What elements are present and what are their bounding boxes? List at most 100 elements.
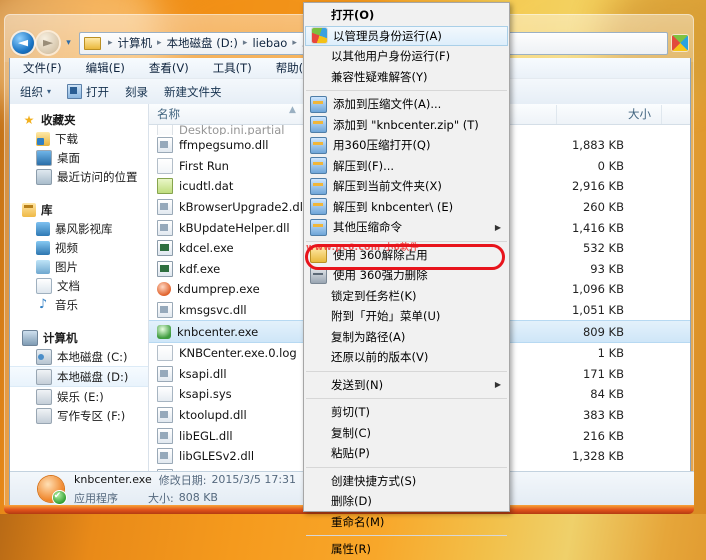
downloads-icon xyxy=(36,131,50,146)
breadcrumb-separator[interactable]: ▸ xyxy=(288,38,301,48)
context-menu-item[interactable]: 用360压缩打开(Q) xyxy=(304,135,509,156)
sidebar-item-computer[interactable]: 计算机 xyxy=(10,328,148,347)
sidebar-item-desktop[interactable]: 桌面 xyxy=(10,148,148,167)
back-arrow-icon: ◄ xyxy=(18,35,28,51)
organize-button[interactable]: 组织 ▾ xyxy=(20,84,51,100)
breadcrumb-item-2[interactable]: liebao xyxy=(251,36,288,50)
context-menu-item[interactable]: 复制为路径(A) xyxy=(304,327,509,348)
context-menu-item[interactable]: 还原以前的版本(V) xyxy=(304,347,509,368)
context-menu-item[interactable]: 锁定到任务栏(K) xyxy=(304,286,509,307)
chevron-down-icon: ▾ xyxy=(66,38,71,48)
file-size-cell: 1 KB xyxy=(597,346,624,361)
details-date-label: 修改日期: xyxy=(158,473,207,487)
breadcrumb-separator[interactable]: ▸ xyxy=(239,38,252,48)
red-exe-icon xyxy=(157,282,171,297)
context-menu-item[interactable]: 解压到当前文件夹(X) xyxy=(304,176,509,197)
file-name-label: libGLESv2.dll xyxy=(179,449,255,464)
video-icon xyxy=(36,240,50,255)
sidebar-label: 最近访问的位置 xyxy=(57,169,138,184)
context-menu-item-label: 使用 360强力删除 xyxy=(333,268,428,283)
sidebar-item-libraries[interactable]: 库 xyxy=(10,200,148,219)
sidebar-item-baofeng-library[interactable]: 暴风影视库 xyxy=(10,219,148,238)
context-menu-item[interactable]: 属性(R) xyxy=(304,539,509,560)
star-icon: ★ xyxy=(23,112,35,127)
sidebar-item-favorites[interactable]: ★ 收藏夹 xyxy=(10,110,148,129)
zip-icon xyxy=(310,157,327,175)
forward-button[interactable]: ► xyxy=(37,32,59,54)
context-menu-item-label: 重命名(M) xyxy=(331,514,385,529)
sidebar-item-drive-d[interactable]: 本地磁盘 (D:) xyxy=(10,366,148,387)
sidebar-item-drive-c[interactable]: 本地磁盘 (C:) xyxy=(10,347,148,366)
shield-exe-icon xyxy=(157,324,171,339)
open-button[interactable]: 打开 xyxy=(67,84,109,100)
new-folder-button[interactable]: 新建文件夹 xyxy=(164,84,222,100)
menu-file[interactable]: 文件(F) xyxy=(20,59,65,77)
sidebar-item-documents[interactable]: 文档 xyxy=(10,276,148,295)
context-menu-item[interactable]: 其他压缩命令 ▶ xyxy=(304,217,509,238)
context-menu-item[interactable]: 创建快捷方式(S) xyxy=(304,471,509,492)
column-header-size[interactable]: 大小 xyxy=(557,104,662,124)
context-menu-item-label: 复制为路径(A) xyxy=(331,329,406,344)
context-menu-item[interactable]: 以其他用户身份运行(F) xyxy=(304,46,509,67)
context-menu-item[interactable]: 添加到 "knbcenter.zip" (T) xyxy=(304,115,509,136)
context-menu-item[interactable]: 粘贴(P) xyxy=(304,443,509,464)
sidebar-item-downloads[interactable]: 下载 xyxy=(10,129,148,148)
open-icon xyxy=(67,84,83,99)
context-menu-item[interactable]: 解压到(F)... xyxy=(304,156,509,177)
file-size-cell: 1,883 KB xyxy=(571,138,624,153)
file-size-cell: 1,328 KB xyxy=(571,449,624,464)
dll-icon xyxy=(157,137,173,154)
context-menu-item-label: 添加到 "knbcenter.zip" (T) xyxy=(333,117,479,132)
sidebar-item-music[interactable]: ♪ 音乐 xyxy=(10,295,148,314)
documents-icon xyxy=(36,277,52,294)
context-menu-item[interactable]: 删除(D) xyxy=(304,491,509,512)
context-menu-item[interactable]: 附到「开始」菜单(U) xyxy=(304,306,509,327)
burn-button[interactable]: 刻录 xyxy=(125,84,148,100)
breadcrumb-item-0[interactable]: 计算机 xyxy=(117,35,154,51)
context-menu-item[interactable]: 以管理员身份运行(A) xyxy=(305,25,508,46)
zip-icon xyxy=(310,136,327,154)
sys-icon xyxy=(157,386,173,403)
context-menu[interactable]: 打开(O) 以管理员身份运行(A) 以其他用户身份运行(F) 兼容性疑难解答(Y) 添加… xyxy=(303,2,510,556)
menu-view[interactable]: 查看(V) xyxy=(146,59,192,77)
sidebar-label: 娱乐 (E:) xyxy=(57,389,104,404)
menu-edit[interactable]: 编辑(E) xyxy=(83,59,128,77)
context-menu-item[interactable]: 剪切(T) xyxy=(304,402,509,423)
breadcrumb-separator[interactable]: ▸ xyxy=(153,38,166,48)
context-menu-item[interactable]: 解压到 knbcenter\ (E) xyxy=(304,197,509,218)
file-name-label: KNBCenter.exe.0.log xyxy=(179,346,297,361)
back-button[interactable]: ◄ xyxy=(12,32,34,54)
file-size-cell: 532 KB xyxy=(582,241,624,256)
context-menu-item[interactable]: 复制(C) xyxy=(304,423,509,444)
context-menu-item[interactable]: 重命名(M) xyxy=(304,512,509,533)
navigation-pane[interactable]: ★ 收藏夹 下载 桌面 最近访问的位置 库 暴风影视库 视频 图片 文档 ♪ 音… xyxy=(10,104,149,472)
context-menu-item-label: 添加到压缩文件(A)... xyxy=(333,97,442,112)
sidebar-label: 文档 xyxy=(57,278,80,293)
context-menu-item[interactable]: 添加到压缩文件(A)... xyxy=(304,94,509,115)
recent-pages-dropdown[interactable]: ▾ xyxy=(61,34,76,52)
context-menu-item[interactable]: 发送到(N) ▶ xyxy=(304,375,509,396)
file-name-label: kdf.exe xyxy=(179,261,221,276)
context-menu-item[interactable]: 打开(O) xyxy=(304,5,509,26)
column-header-name-label: 名称 xyxy=(157,107,180,121)
breadcrumb-item-1[interactable]: 本地磁盘 (D:) xyxy=(166,35,239,51)
details-line-2: 应用程序 大小: 808 KB xyxy=(74,490,296,506)
sidebar-item-recent-places[interactable]: 最近访问的位置 xyxy=(10,167,148,186)
sidebar-item-videos[interactable]: 视频 xyxy=(10,238,148,257)
context-menu-item[interactable]: 使用 360强力删除 xyxy=(304,265,509,286)
context-menu-item[interactable]: 兼容性疑难解答(Y) xyxy=(304,67,509,88)
360-shred-icon xyxy=(310,266,327,284)
menu-tools[interactable]: 工具(T) xyxy=(210,59,255,77)
uac-shield-icon xyxy=(312,28,327,44)
dll-icon xyxy=(157,219,173,236)
context-menu-item-label: 打开(O) xyxy=(331,8,375,23)
sidebar-item-drive-f[interactable]: 写作专区 (F:) xyxy=(10,406,148,425)
sidebar-item-drive-e[interactable]: 娱乐 (E:) xyxy=(10,387,148,406)
context-menu-item[interactable]: 使用 360解除占用 xyxy=(304,245,509,266)
file-name-label: Desktop.ini.partial xyxy=(179,125,285,135)
file-name-label: kBUpdateHelper.dll xyxy=(179,220,290,235)
details-type-value: 应用程序 xyxy=(74,491,118,505)
dll-icon xyxy=(157,407,173,424)
sidebar-item-pictures[interactable]: 图片 xyxy=(10,257,148,276)
file-name-label: kdumprep.exe xyxy=(177,282,260,297)
